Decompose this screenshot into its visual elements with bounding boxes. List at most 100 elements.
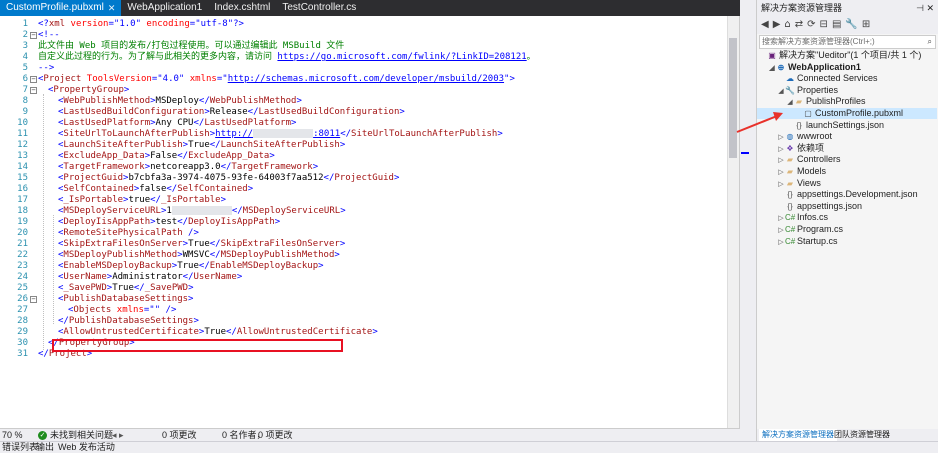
tab-solution-explorer[interactable]: 解决方案资源管理器	[759, 429, 837, 441]
code-line[interactable]: <ExcludeApp_Data>False</ExcludeApp_Data>	[58, 151, 275, 162]
tree-item-label: wwwroot	[797, 131, 833, 142]
tree-item-label: 解决方案"Ueditor"(1 个项目/共 1 个)	[779, 50, 922, 60]
tab-customprofile[interactable]: CustomProfile.pubxml ✕	[0, 0, 122, 16]
code-line[interactable]: <MSDeployServiceURL>1 </MSDeployServiceUR…	[58, 206, 346, 217]
scrollbar-thumb[interactable]	[729, 38, 737, 158]
code-line[interactable]: <_SavePWD>True</_SavePWD>	[58, 283, 194, 294]
pin-icon[interactable]: ⊣	[916, 0, 924, 16]
code-line[interactable]: <LastUsedBuildConfiguration>Release</Las…	[58, 107, 405, 118]
search-icon[interactable]: ⌕	[928, 36, 932, 48]
sync-icon[interactable]: ⟳	[807, 16, 815, 34]
code-line[interactable]: <MSDeployPublishMethod>WMSVC</MSDeployPu…	[58, 250, 340, 261]
collapse-toggle-icon[interactable]: −	[30, 32, 37, 39]
code-line[interactable]: 此文件由 Web 项目的发布/打包过程使用。可以通过编辑此 MSBuild 文件	[38, 41, 344, 52]
tab-team-explorer[interactable]: 团队资源管理器	[831, 429, 893, 441]
tree-item[interactable]: ▷C# Startup.cs	[757, 236, 937, 247]
preview-icon[interactable]: ⊞	[862, 16, 870, 34]
collapse-all-icon[interactable]: ⊟	[820, 16, 828, 34]
chevron-right-icon[interactable]: ▷	[777, 225, 785, 236]
issues-status[interactable]: 未找到相关问题	[50, 429, 113, 441]
solution-explorer-title-bar: 解决方案资源管理器 ⊣ ✕	[757, 0, 938, 16]
code-line[interactable]: <WebPublishMethod>MSDeploy</WebPublishMe…	[58, 96, 302, 107]
tree-item[interactable]: ◢ ⊕ WebApplication1	[757, 62, 937, 73]
collapse-toggle-icon[interactable]: −	[30, 76, 37, 83]
tree-item[interactable]: ▷ ▰ Controllers	[757, 154, 937, 165]
forward-icon[interactable]: ▶	[773, 16, 781, 34]
navigate-arrows-icon[interactable]: ◂ ▸	[112, 429, 124, 441]
tree-item-label: Infos.cs	[797, 212, 829, 223]
switch-views-icon[interactable]: ⇄	[795, 16, 803, 34]
solution-search-input[interactable]: 搜索解决方案资源管理器(Ctrl+;) ⌕	[759, 35, 936, 49]
code-token: SelfContained	[177, 184, 248, 194]
chevron-right-icon[interactable]: ▷	[777, 155, 785, 166]
chevron-down-icon[interactable]: ◢	[777, 86, 785, 97]
collapse-toggle-icon[interactable]: −	[30, 87, 37, 94]
tree-item[interactable]: ▷ ▰ Models	[757, 166, 937, 177]
tab-testcontroller[interactable]: TestController.cs	[276, 0, 362, 16]
chevron-right-icon[interactable]: ▷	[777, 179, 785, 190]
code-line[interactable]: <?xml version="1.0" encoding="utf-8"?>	[38, 19, 244, 30]
chevron-down-icon[interactable]: ◢	[768, 63, 776, 74]
code-line[interactable]: <EnableMSDeployBackup>True</EnableMSDepl…	[58, 261, 324, 272]
changes-count[interactable]: 0 项更改	[162, 429, 197, 441]
close-icon[interactable]: ✕	[926, 0, 934, 16]
chevron-down-icon[interactable]: ◢	[786, 97, 794, 108]
tree-item[interactable]: ▷C# Infos.cs	[757, 212, 937, 223]
code-token: Administrator	[112, 272, 183, 282]
code-line[interactable]: <Objects xmlns="" />	[68, 305, 176, 316]
chevron-right-icon[interactable]: ▷	[777, 167, 785, 178]
tab-output[interactable]: 输出	[36, 442, 54, 453]
code-line[interactable]: 自定义此过程的行为。为了解与此相关的更多内容，请访问 https://go.mi…	[38, 52, 536, 63]
code-line[interactable]: <LaunchSiteAfterPublish>True</LaunchSite…	[58, 140, 345, 151]
tree-item[interactable]: ☁ Connected Services	[757, 73, 937, 84]
code-token: </	[247, 107, 259, 117]
tree-item[interactable]: ▣ 解决方案"Ueditor"(1 个项目/共 1 个)	[757, 50, 937, 61]
code-line[interactable]: <!--	[38, 30, 60, 41]
back-icon[interactable]: ◀	[761, 16, 769, 34]
code-line[interactable]: <_IsPortable>true</_IsPortable>	[58, 195, 226, 206]
show-all-files-icon[interactable]: ▤	[832, 16, 841, 34]
code-line[interactable]: <TargetFramework>netcoreapp3.0</TargetFr…	[58, 162, 318, 173]
tree-item[interactable]: ◢🔧 Properties	[757, 85, 937, 96]
code-line[interactable]: <SelfContained>false</SelfContained>	[58, 184, 253, 195]
chevron-right-icon[interactable]: ▷	[777, 144, 785, 155]
tab-index-cshtml[interactable]: Index.cshtml	[208, 0, 276, 16]
code-line[interactable]: <SiteUrlToLaunchAfterPublish>http://:801…	[58, 129, 503, 140]
code-line[interactable]: <PropertyGroup>	[48, 85, 129, 96]
tree-item[interactable]: {} appsettings.Development.json	[757, 189, 937, 200]
tree-item-label: 依赖项	[797, 142, 825, 153]
code-area[interactable]: <?xml version="1.0" encoding="utf-8"?> <!…	[38, 16, 725, 428]
tab-webapplication1[interactable]: WebApplication1	[121, 0, 208, 16]
chevron-right-icon[interactable]: ▷	[777, 237, 785, 248]
code-line[interactable]: <PublishDatabaseSettings>	[58, 294, 193, 305]
code-line[interactable]: <Project ToolsVersion="4.0" xmlns="http:…	[38, 74, 515, 85]
ide-window: CustomProfile.pubxml ✕ WebApplication1 I…	[0, 0, 938, 453]
properties-icon[interactable]: 🔧	[845, 16, 857, 34]
close-icon[interactable]: ✕	[108, 0, 116, 16]
code-token: "?>	[227, 19, 244, 29]
collapse-toggle-icon[interactable]: −	[30, 296, 37, 303]
code-line[interactable]: </PublishDatabaseSettings>	[58, 316, 199, 327]
tree-item[interactable]: {} appsettings.json	[757, 201, 937, 212]
tree-item[interactable]: ▷ ▰ Views	[757, 178, 937, 189]
tree-item[interactable]: ▷ ❖ 依赖项	[757, 143, 937, 154]
tab-error-list[interactable]: 错误列表	[2, 442, 38, 453]
code-line[interactable]: <AllowUntrustedCertificate>True</AllowUn…	[58, 327, 378, 338]
code-token: DeployIisAppPath	[63, 217, 151, 227]
chevron-right-icon[interactable]: ▷	[777, 213, 785, 224]
tab-web-publish[interactable]: Web 发布活动	[58, 442, 115, 453]
vertical-scrollbar[interactable]	[727, 16, 739, 428]
code-line[interactable]: -->	[38, 63, 54, 74]
tree-item[interactable]: ▷C# Program.cs	[757, 224, 937, 235]
code-line[interactable]: <UserName>Administrator</UserName>	[58, 272, 242, 283]
code-line[interactable]: <RemoteSitePhysicalPath />	[58, 228, 199, 239]
changes-count-2[interactable]: 0 项更改	[258, 429, 293, 441]
zoom-level[interactable]: 70 %	[2, 429, 23, 441]
code-token: </	[209, 250, 221, 260]
code-line[interactable]: <ProjectGuid>b7cbfa3a-3974-4075-93fe-640…	[58, 173, 399, 184]
code-line[interactable]: <SkipExtraFilesOnServer>True</SkipExtraF…	[58, 239, 345, 250]
code-line[interactable]: <DeployIisAppPath>test</DeployIisAppPath…	[58, 217, 280, 228]
code-line[interactable]: <LastUsedPlatform>Any CPU</LastUsedPlatf…	[58, 118, 296, 129]
code-editor[interactable]: 1 2−3 4 5 6−7−8 9 10 11 12 13 14 15 16 17 18 19 20 21 22 23…	[0, 16, 740, 428]
home-icon[interactable]: ⌂	[784, 16, 790, 34]
